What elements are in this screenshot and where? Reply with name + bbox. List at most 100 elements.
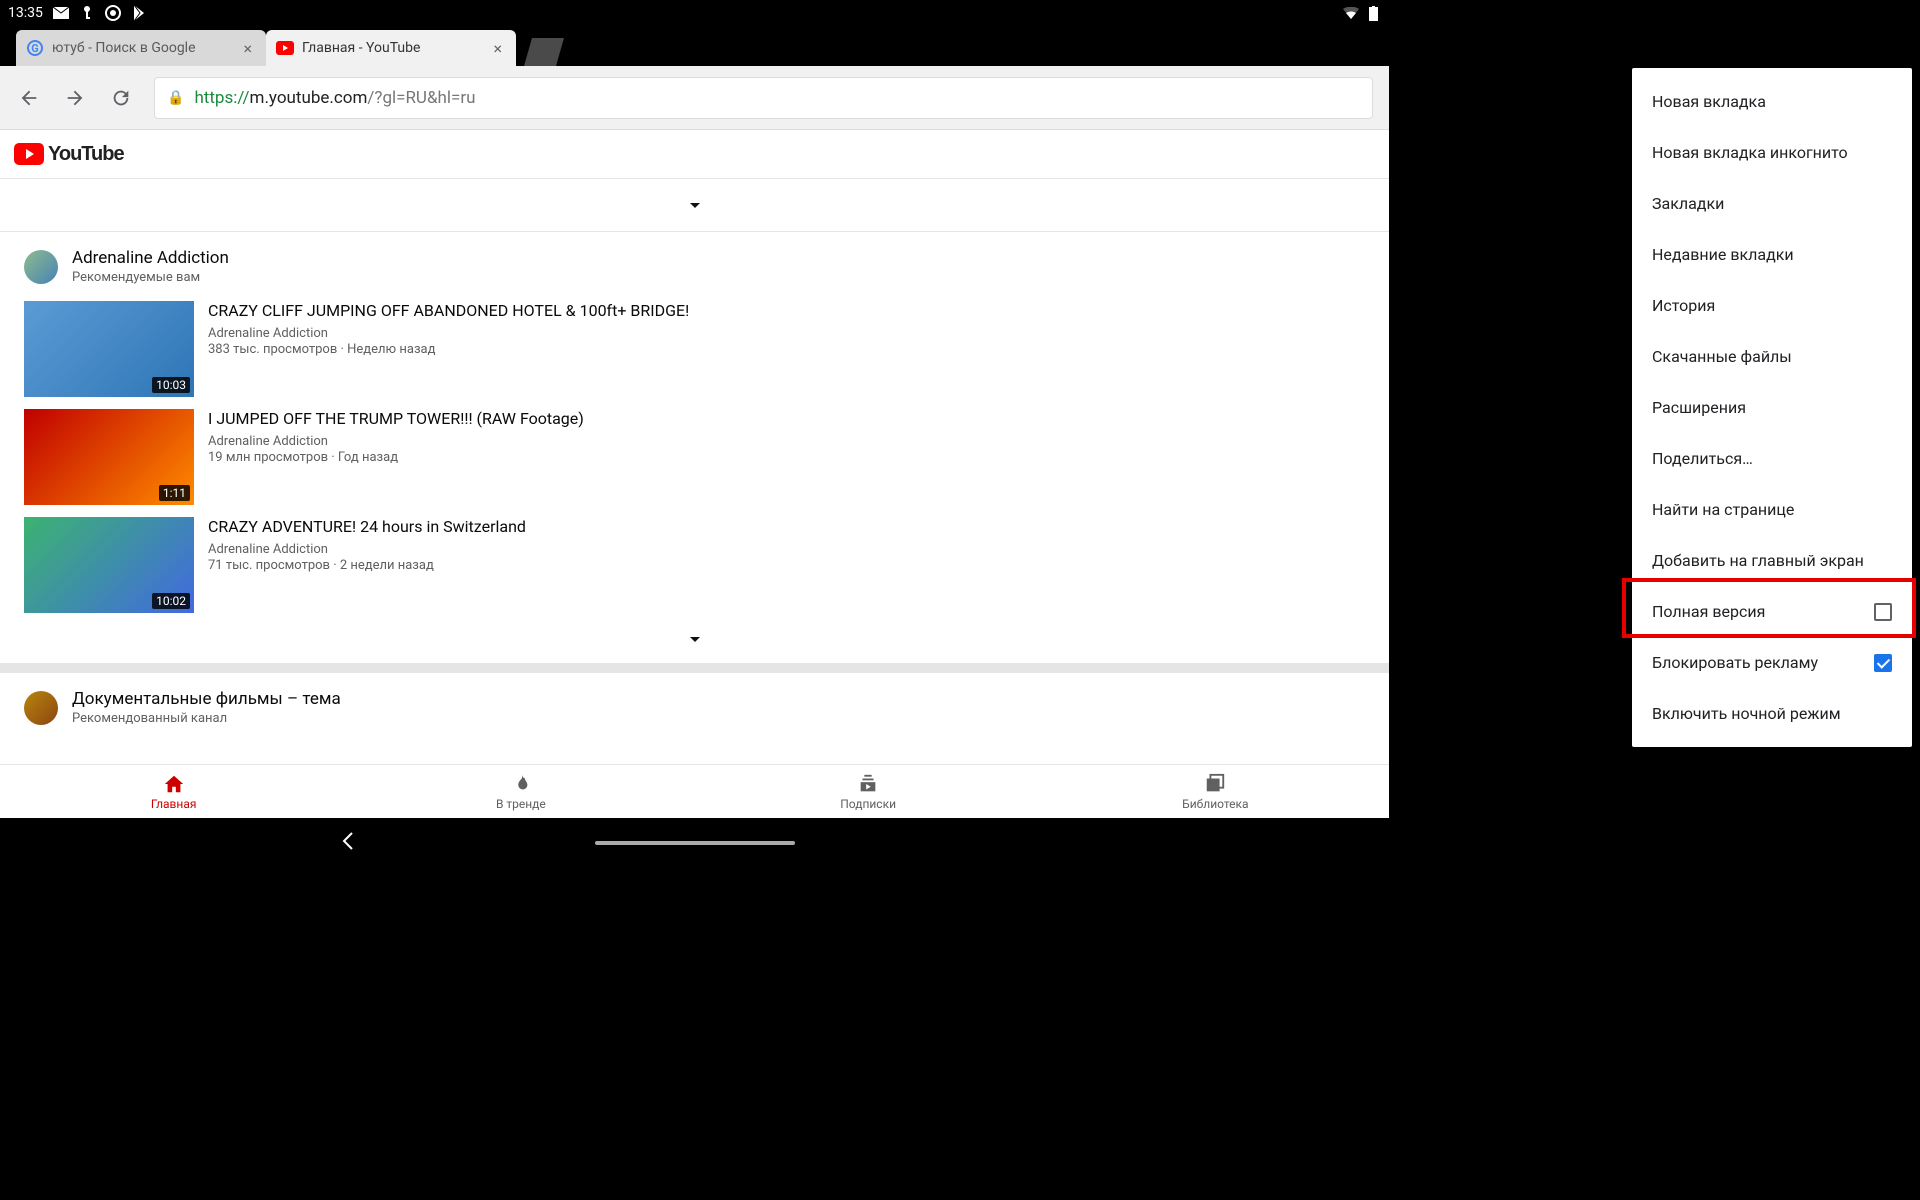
menu-history[interactable]: История <box>1632 280 1912 331</box>
video-item[interactable]: 1:11 I JUMPED OFF THE TRUMP TOWER!!! (RA… <box>0 403 1389 511</box>
android-status-bar: 13:35 <box>0 0 1389 26</box>
nav-trending[interactable]: В тренде <box>347 765 694 818</box>
nav-home[interactable]: Главная <box>0 765 347 818</box>
video-channel: Adrenaline Addiction <box>208 542 526 557</box>
menu-extensions[interactable]: Расширения <box>1632 382 1912 433</box>
trending-icon <box>510 773 532 795</box>
browser-tab-strip: G ютуб - Поиск в Google × Главная - YouT… <box>0 26 1389 66</box>
address-bar[interactable]: 🔒 https://m.youtube.com/?gl=RU&hl=ru <box>154 77 1373 119</box>
video-thumbnail: 1:11 <box>24 409 194 505</box>
browser-tab[interactable]: Главная - YouTube × <box>266 30 516 66</box>
tab-close-icon[interactable]: × <box>489 39 506 58</box>
youtube-bottom-nav: Главная В тренде Подписки Библиотека <box>0 764 1389 818</box>
expand-bar[interactable] <box>0 179 1389 232</box>
video-item[interactable]: 10:03 CRAZY CLIFF JUMPING OFF ABANDONED … <box>0 295 1389 403</box>
video-title: CRAZY CLIFF JUMPING OFF ABANDONED HOTEL … <box>208 301 689 322</box>
url-host: m.youtube.com <box>250 88 368 108</box>
back-button[interactable] <box>16 85 42 111</box>
channel-avatar <box>24 691 58 725</box>
youtube-play-icon <box>14 143 44 165</box>
nav-label: Подписки <box>840 797 896 811</box>
subscriptions-icon <box>857 773 879 795</box>
menu-label: Закладки <box>1652 194 1724 213</box>
youtube-header: YouTube <box>0 130 1389 179</box>
expand-bar[interactable] <box>0 619 1389 659</box>
menu-label: Расширения <box>1652 398 1746 417</box>
video-thumbnail: 10:02 <box>24 517 194 613</box>
menu-downloads[interactable]: Скачанные файлы <box>1632 331 1912 382</box>
tab-title: Главная - YouTube <box>302 40 489 56</box>
video-channel: Adrenaline Addiction <box>208 434 584 449</box>
nav-label: Библиотека <box>1182 797 1248 811</box>
menu-recent-tabs[interactable]: Недавние вкладки <box>1632 229 1912 280</box>
browser-toolbar: 🔒 https://m.youtube.com/?gl=RU&hl=ru <box>0 66 1389 130</box>
video-channel: Adrenaline Addiction <box>208 326 689 341</box>
nav-subscriptions[interactable]: Подписки <box>695 765 1042 818</box>
channel-header[interactable]: Adrenaline Addiction Рекомендуемые вам <box>0 232 1389 295</box>
android-back-button[interactable] <box>340 831 356 855</box>
wifi-icon <box>1343 5 1359 21</box>
video-thumbnail: 10:03 <box>24 301 194 397</box>
channel-name: Документальные фильмы – тема <box>72 689 341 709</box>
status-time: 13:35 <box>8 5 43 21</box>
url-path: /?gl=RU&hl=ru <box>367 88 475 108</box>
checkbox-checked-icon[interactable] <box>1874 654 1892 672</box>
section-divider <box>0 663 1389 673</box>
nav-label: Главная <box>151 797 197 811</box>
channel-name: Adrenaline Addiction <box>72 248 229 268</box>
page-content: YouTube Adrenaline Addiction Рекомендуем… <box>0 130 1389 764</box>
video-meta: 383 тыс. просмотров · Неделю назад <box>208 342 689 357</box>
menu-label: Включить ночной режим <box>1652 704 1841 723</box>
new-tab-button[interactable] <box>524 38 564 66</box>
channel-header[interactable]: Документальные фильмы – тема Рекомендова… <box>0 673 1389 736</box>
video-meta: 71 тыс. просмотров · 2 недели назад <box>208 558 526 573</box>
lock-icon: 🔒 <box>167 90 184 106</box>
menu-bookmarks[interactable]: Закладки <box>1632 178 1912 229</box>
menu-label: Скачанные файлы <box>1652 347 1792 366</box>
channel-subtitle: Рекомендуемые вам <box>72 270 229 285</box>
video-item[interactable]: 10:02 CRAZY ADVENTURE! 24 hours in Switz… <box>0 511 1389 619</box>
channel-avatar <box>24 250 58 284</box>
home-icon <box>163 773 185 795</box>
menu-label: Полная версия <box>1652 602 1765 621</box>
menu-label: Новая вкладка <box>1652 92 1766 111</box>
menu-label: Блокировать рекламу <box>1652 653 1818 672</box>
video-title: I JUMPED OFF THE TRUMP TOWER!!! (RAW Foo… <box>208 409 584 430</box>
tab-close-icon[interactable]: × <box>239 39 256 58</box>
channel-subtitle: Рекомендованный канал <box>72 711 341 726</box>
checkbox-icon[interactable] <box>1874 603 1892 621</box>
youtube-favicon-icon <box>276 39 294 57</box>
tab-title: ютуб - Поиск в Google <box>52 40 239 56</box>
google-favicon-icon: G <box>26 39 44 57</box>
android-nav-bar <box>0 818 1389 868</box>
url-scheme: https:// <box>194 88 249 108</box>
reload-button[interactable] <box>108 85 134 111</box>
menu-label: Новая вкладка инкогнито <box>1652 143 1848 162</box>
menu-label: История <box>1652 296 1715 315</box>
menu-share[interactable]: Поделиться… <box>1632 433 1912 484</box>
youtube-logo-text: YouTube <box>48 143 124 166</box>
youtube-logo[interactable]: YouTube <box>14 143 124 166</box>
browser-tab[interactable]: G ютуб - Поиск в Google × <box>16 30 266 66</box>
video-duration: 1:11 <box>159 485 190 501</box>
android-home-pill[interactable] <box>595 841 795 845</box>
battery-icon <box>1365 5 1381 21</box>
video-meta: 19 млн просмотров · Год назад <box>208 450 584 465</box>
menu-night-mode[interactable]: Включить ночной режим <box>1632 688 1912 739</box>
video-duration: 10:02 <box>152 593 190 609</box>
menu-new-tab[interactable]: Новая вкладка <box>1632 76 1912 127</box>
menu-add-to-home[interactable]: Добавить на главный экран <box>1632 535 1912 586</box>
menu-new-incognito[interactable]: Новая вкладка инкогнито <box>1632 127 1912 178</box>
menu-block-ads[interactable]: Блокировать рекламу <box>1632 637 1912 688</box>
chrome-icon <box>105 5 121 21</box>
menu-desktop-site[interactable]: Полная версия <box>1632 586 1912 637</box>
menu-label: Недавние вкладки <box>1652 245 1794 264</box>
nav-library[interactable]: Библиотека <box>1042 765 1389 818</box>
menu-label: Найти на странице <box>1652 500 1794 519</box>
menu-find[interactable]: Найти на странице <box>1632 484 1912 535</box>
menu-label: Поделиться… <box>1652 449 1753 468</box>
forward-button[interactable] <box>62 85 88 111</box>
gmail-icon <box>53 5 69 21</box>
play-icon <box>131 5 147 21</box>
video-duration: 10:03 <box>152 377 190 393</box>
